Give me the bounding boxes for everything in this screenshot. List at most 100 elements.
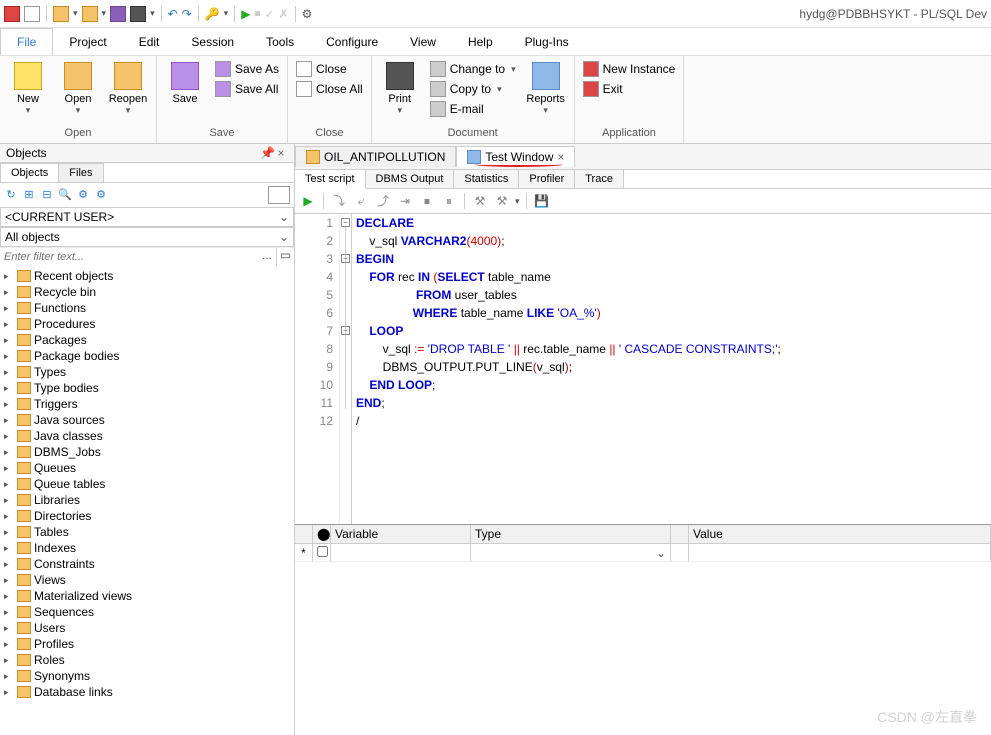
tree-item[interactable]: ▸Synonyms bbox=[4, 668, 290, 684]
scope-combo[interactable]: All objects⌄ bbox=[0, 227, 294, 247]
find-icon[interactable]: 🔍 bbox=[58, 188, 72, 202]
grid-header-cell[interactable] bbox=[295, 525, 313, 543]
preview-box[interactable] bbox=[268, 186, 290, 204]
grid-header-cell[interactable]: ⬤ bbox=[313, 525, 331, 543]
qat-commit-icon[interactable]: ✓ bbox=[264, 7, 274, 21]
step-into-icon[interactable]: ⤶ bbox=[352, 192, 370, 210]
expand-icon[interactable]: ▸ bbox=[4, 607, 14, 618]
filter-icon[interactable]: ⚙ bbox=[76, 188, 90, 202]
subtab-trace[interactable]: Trace bbox=[575, 170, 624, 188]
pin-icon[interactable]: 📌 bbox=[260, 146, 274, 160]
tree-item[interactable]: ▸Directories bbox=[4, 508, 290, 524]
editor-tab[interactable]: Test Window× bbox=[456, 146, 575, 167]
newinstance-button[interactable]: New Instance bbox=[581, 60, 678, 78]
expand-icon[interactable]: ▸ bbox=[4, 319, 14, 330]
qat-open-icon[interactable] bbox=[53, 6, 69, 22]
closeall-button[interactable]: Close All bbox=[294, 80, 365, 98]
changeto-button[interactable]: Change to▾ bbox=[428, 60, 518, 78]
row-checkbox[interactable] bbox=[317, 546, 328, 557]
grid-header-cell[interactable]: Type bbox=[471, 525, 671, 543]
close-panel-icon[interactable]: × bbox=[274, 146, 288, 160]
tree-item[interactable]: ▸Libraries bbox=[4, 492, 290, 508]
reopen-button[interactable]: Reopen▾ bbox=[106, 58, 150, 116]
tree-item[interactable]: ▸Constraints bbox=[4, 556, 290, 572]
expand-icon[interactable]: ▸ bbox=[4, 671, 14, 682]
menu-edit[interactable]: Edit bbox=[123, 29, 176, 55]
tree-item[interactable]: ▸Recent objects bbox=[4, 268, 290, 284]
expand-icon[interactable]: ▸ bbox=[4, 687, 14, 698]
expand-icon[interactable]: ⊞ bbox=[22, 188, 36, 202]
tool2-icon[interactable]: ⚒ bbox=[493, 192, 511, 210]
expand-icon[interactable]: ▸ bbox=[4, 591, 14, 602]
step-out-icon[interactable]: ⤴ bbox=[374, 192, 392, 210]
expand-icon[interactable]: ▸ bbox=[4, 639, 14, 650]
tree-item[interactable]: ▸Java classes bbox=[4, 428, 290, 444]
subtab-profiler[interactable]: Profiler bbox=[519, 170, 575, 188]
expand-icon[interactable]: ▸ bbox=[4, 415, 14, 426]
chevron-down-icon[interactable]: ⌄ bbox=[656, 546, 666, 559]
grid-header-cell[interactable] bbox=[671, 525, 689, 543]
qat-print-icon[interactable] bbox=[130, 6, 146, 22]
tree-item[interactable]: ▸Users bbox=[4, 620, 290, 636]
expand-icon[interactable]: ▸ bbox=[4, 511, 14, 522]
qat-rollback-icon[interactable]: ✗ bbox=[279, 7, 289, 21]
pause-icon[interactable]: ⏸ bbox=[440, 192, 458, 210]
grid-header-cell[interactable]: Variable bbox=[331, 525, 471, 543]
expand-icon[interactable]: ▸ bbox=[4, 383, 14, 394]
expand-icon[interactable]: ▸ bbox=[4, 575, 14, 586]
qat-redo-icon[interactable]: ↷ bbox=[182, 7, 192, 21]
tool2-dropdown-icon[interactable]: ▾ bbox=[515, 196, 520, 207]
saveall-button[interactable]: Save All bbox=[213, 80, 281, 98]
filter-more-icon[interactable]: ... bbox=[258, 248, 276, 266]
expand-icon[interactable]: ▸ bbox=[4, 527, 14, 538]
tree-item[interactable]: ▸Type bodies bbox=[4, 380, 290, 396]
tool1-icon[interactable]: ⚒ bbox=[471, 192, 489, 210]
saveas-button[interactable]: Save As bbox=[213, 60, 281, 78]
qat-print-dropdown-icon[interactable]: ▾ bbox=[150, 8, 155, 19]
tree-item[interactable]: ▸Database links bbox=[4, 684, 290, 700]
tree-item[interactable]: ▸Materialized views bbox=[4, 588, 290, 604]
stop-icon[interactable]: ⏹ bbox=[418, 192, 436, 210]
menu-file[interactable]: File bbox=[0, 28, 53, 55]
save-icon[interactable]: 💾 bbox=[533, 192, 551, 210]
run-icon[interactable]: ▶ bbox=[299, 192, 317, 210]
tree-item[interactable]: ▸Roles bbox=[4, 652, 290, 668]
expand-icon[interactable]: ▸ bbox=[4, 287, 14, 298]
expand-icon[interactable]: ▸ bbox=[4, 559, 14, 570]
sidebar-tab-objects[interactable]: Objects bbox=[0, 163, 59, 182]
save-button[interactable]: Save bbox=[163, 58, 207, 105]
exit-button[interactable]: Exit bbox=[581, 80, 678, 98]
expand-icon[interactable]: ▸ bbox=[4, 655, 14, 666]
expand-icon[interactable]: ▸ bbox=[4, 431, 14, 442]
expand-icon[interactable]: ▸ bbox=[4, 335, 14, 346]
tree-item[interactable]: ▸Recycle bin bbox=[4, 284, 290, 300]
run-to-icon[interactable]: ⇥ bbox=[396, 192, 414, 210]
qat-open-dropdown-icon[interactable]: ▾ bbox=[73, 8, 78, 19]
tree-item[interactable]: ▸Types bbox=[4, 364, 290, 380]
fold-box-icon[interactable]: − bbox=[341, 326, 350, 335]
qat-save-icon[interactable] bbox=[110, 6, 126, 22]
code-editor[interactable]: DECLARE v_sql VARCHAR2(4000);BEGIN FOR r… bbox=[352, 214, 991, 524]
expand-icon[interactable]: ▸ bbox=[4, 367, 14, 378]
grid-header-cell[interactable]: Value bbox=[689, 525, 991, 543]
expand-icon[interactable]: ▸ bbox=[4, 351, 14, 362]
tree-item[interactable]: ▸Java sources bbox=[4, 412, 290, 428]
collapse-icon[interactable]: ⊟ bbox=[40, 188, 54, 202]
expand-icon[interactable]: ▸ bbox=[4, 303, 14, 314]
refresh-icon[interactable]: ↻ bbox=[4, 188, 18, 202]
sidebar-tab-files[interactable]: Files bbox=[58, 163, 103, 182]
subtab-test-script[interactable]: Test script bbox=[295, 170, 366, 189]
qat-settings-icon[interactable]: ⚙ bbox=[302, 7, 313, 21]
tree-item[interactable]: ▸Packages bbox=[4, 332, 290, 348]
expand-icon[interactable]: ▸ bbox=[4, 479, 14, 490]
qat-run-icon[interactable]: ▶ bbox=[241, 7, 250, 21]
qat-reopen-icon[interactable] bbox=[82, 6, 98, 22]
menu-project[interactable]: Project bbox=[53, 29, 122, 55]
subtab-statistics[interactable]: Statistics bbox=[454, 170, 519, 188]
expand-icon[interactable]: ▸ bbox=[4, 271, 14, 282]
step-over-icon[interactable]: ⤵ bbox=[330, 192, 348, 210]
reports-button[interactable]: Reports▾ bbox=[524, 58, 568, 116]
tree-item[interactable]: ▸Indexes bbox=[4, 540, 290, 556]
tree-item[interactable]: ▸Views bbox=[4, 572, 290, 588]
qat-stop-icon[interactable]: ⏹ bbox=[254, 6, 260, 21]
